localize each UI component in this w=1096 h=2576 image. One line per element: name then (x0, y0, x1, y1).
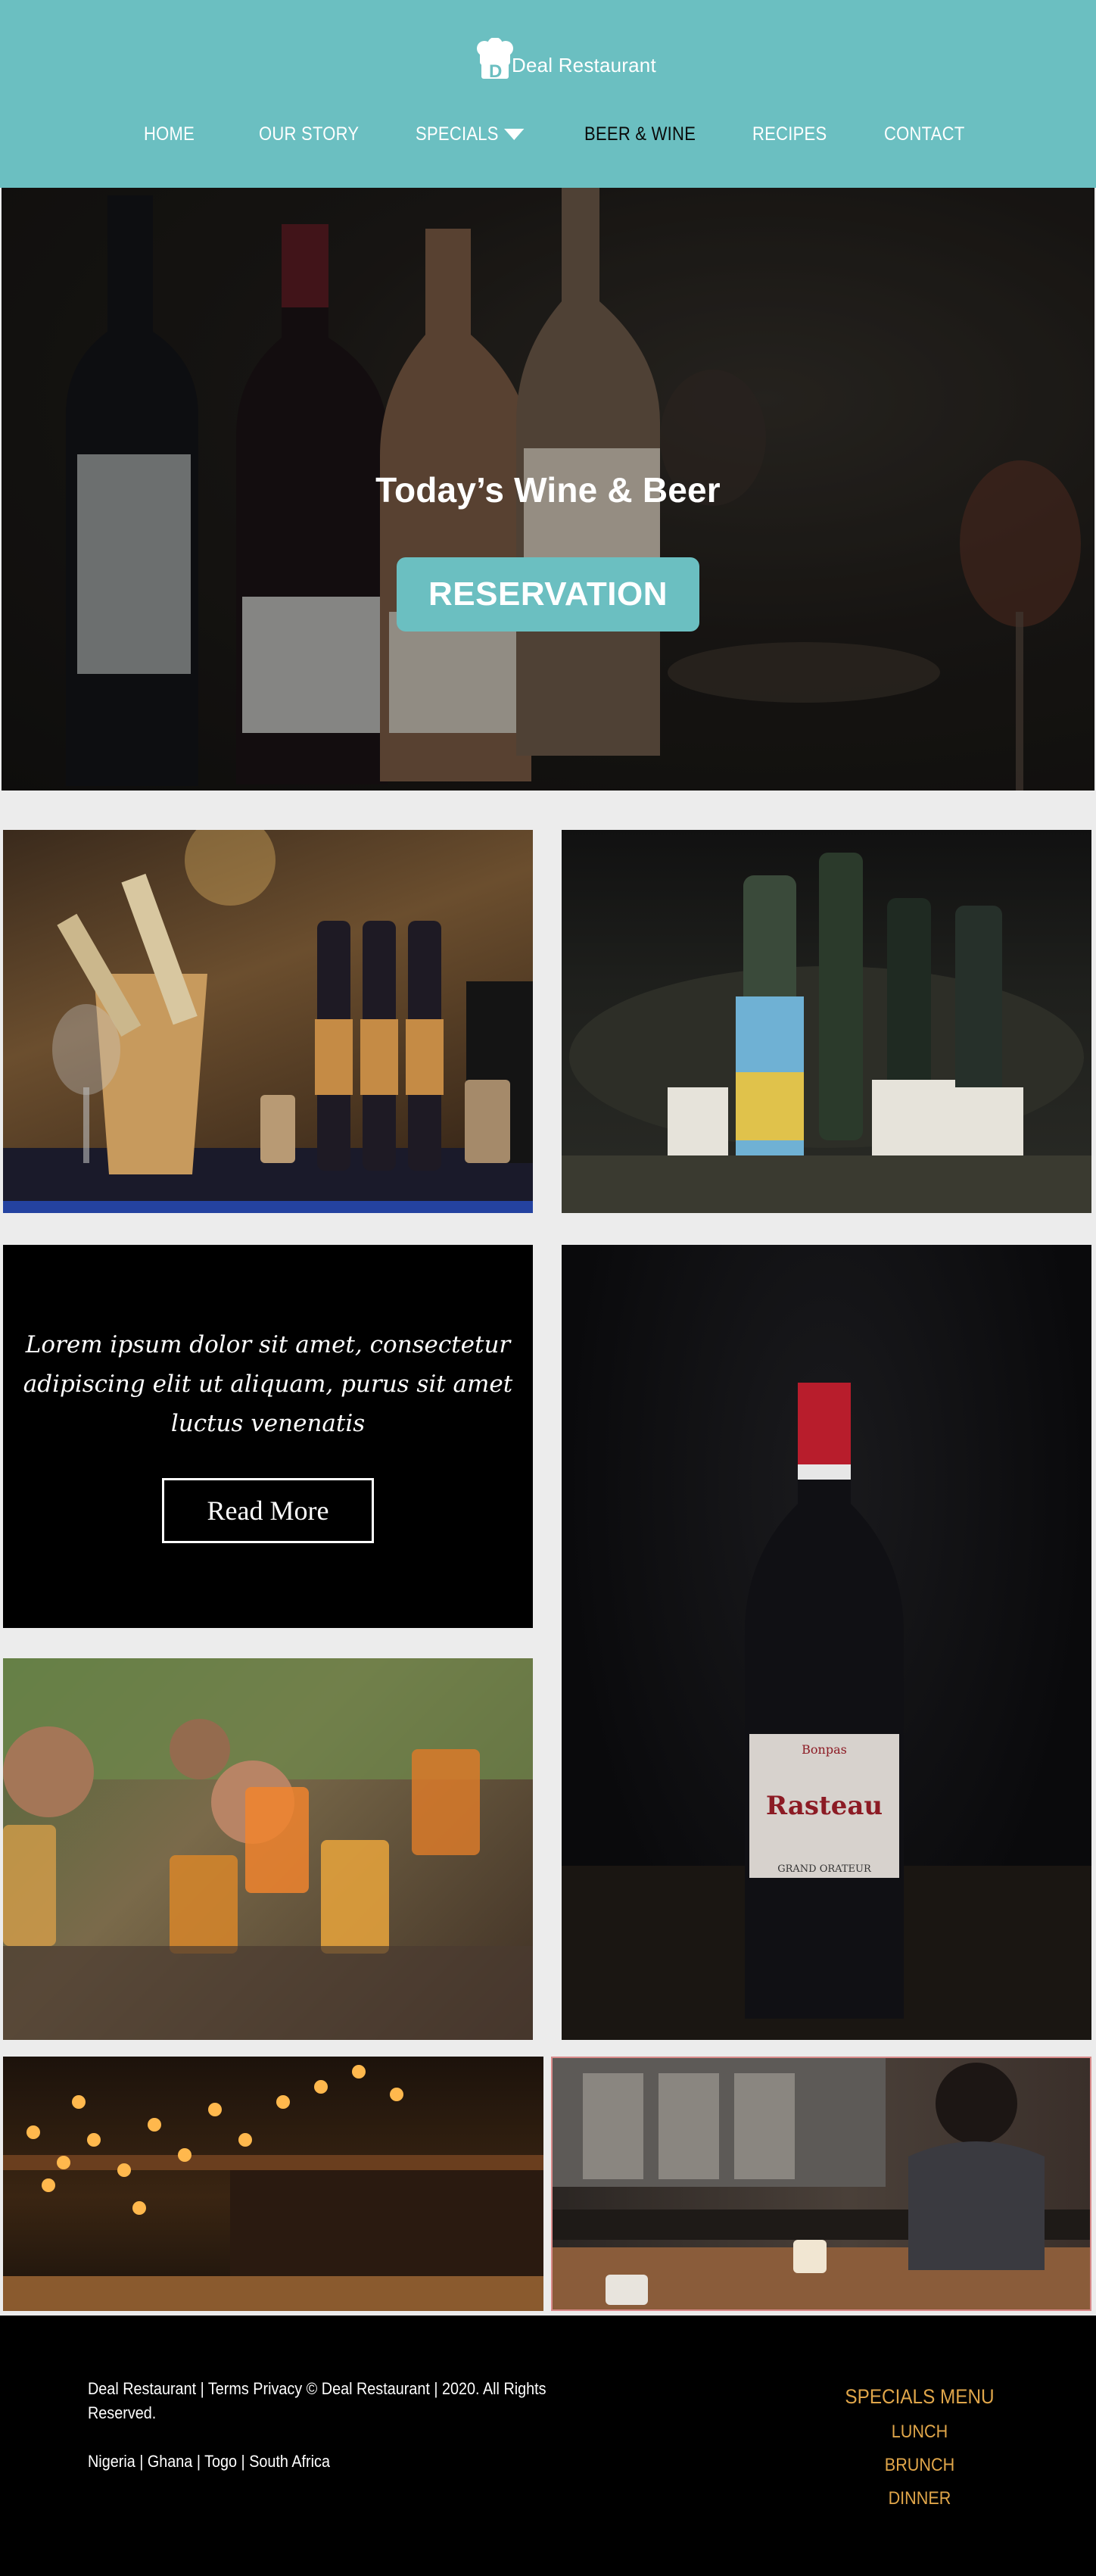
nav-specials[interactable]: SPECIALS (416, 115, 525, 153)
site-footer: Deal Restaurant | Terms Privacy © Deal R… (0, 2316, 1096, 2576)
brand-name: Deal Restaurant (512, 53, 656, 76)
svg-text:D: D (489, 61, 502, 82)
specials-brunch-link[interactable]: BRUNCH (808, 2455, 1032, 2476)
footer-locations: Nigeria | Ghana | Togo | South Africa (88, 2452, 330, 2471)
specials-lunch-link[interactable]: LUNCH (808, 2422, 1032, 2443)
bottle-label-sub: GRAND ORATEUR (777, 1863, 872, 1875)
nav-specials-label: SPECIALS (416, 123, 499, 145)
nav-our-story[interactable]: OUR STORY (259, 115, 359, 153)
specials-dinner-link[interactable]: DINNER (808, 2488, 1032, 2509)
nav-contact[interactable]: CONTACT (884, 115, 965, 153)
read-more-button[interactable]: Read More (162, 1478, 374, 1543)
specials-menu-title: SPECIALS MENU (845, 2385, 995, 2408)
bar-interior-photo (3, 2057, 543, 2311)
cheers-photo (3, 1658, 533, 2040)
nav-recipes[interactable]: RECIPES (752, 115, 827, 153)
brand-logo[interactable]: D Deal Restaurant (472, 37, 656, 82)
chef-hat-icon: D (472, 37, 518, 82)
bottles-bucket-photo (562, 830, 1091, 1213)
main-nav: HOME OUR STORY SPECIALS BEER & WINE RECI… (0, 115, 1096, 153)
hero-title: Today’s Wine & Beer (375, 470, 721, 510)
caret-down-icon (503, 128, 525, 140)
promo-card: Lorem ipsum dolor sit amet, consectetur … (3, 1245, 533, 1628)
bottle-label-top: Bonpas (802, 1742, 847, 1757)
promo-text: Lorem ipsum dolor sit amet, consectetur … (23, 1331, 513, 1437)
reservation-button[interactable]: RESERVATION (397, 557, 699, 632)
rasteau-bottle-photo: Bonpas Rasteau GRAND ORATEUR (562, 1245, 1091, 2040)
site-header: D Deal Restaurant HOME OUR STORY SPECIAL… (0, 0, 1096, 188)
hero-banner: Today’s Wine & Beer RESERVATION (2, 188, 1094, 791)
wine-bar-photo (3, 830, 533, 1213)
cafe-woman-photo (551, 2057, 1091, 2311)
bottle-label-name: Rasteau (766, 1791, 883, 1821)
footer-copyright: Deal Restaurant | Terms Privacy © Deal R… (88, 2379, 546, 2398)
nav-beer-wine[interactable]: BEER & WINE (584, 115, 696, 153)
footer-copyright-cont: Reserved. (88, 2403, 157, 2422)
nav-home[interactable]: HOME (144, 115, 195, 153)
